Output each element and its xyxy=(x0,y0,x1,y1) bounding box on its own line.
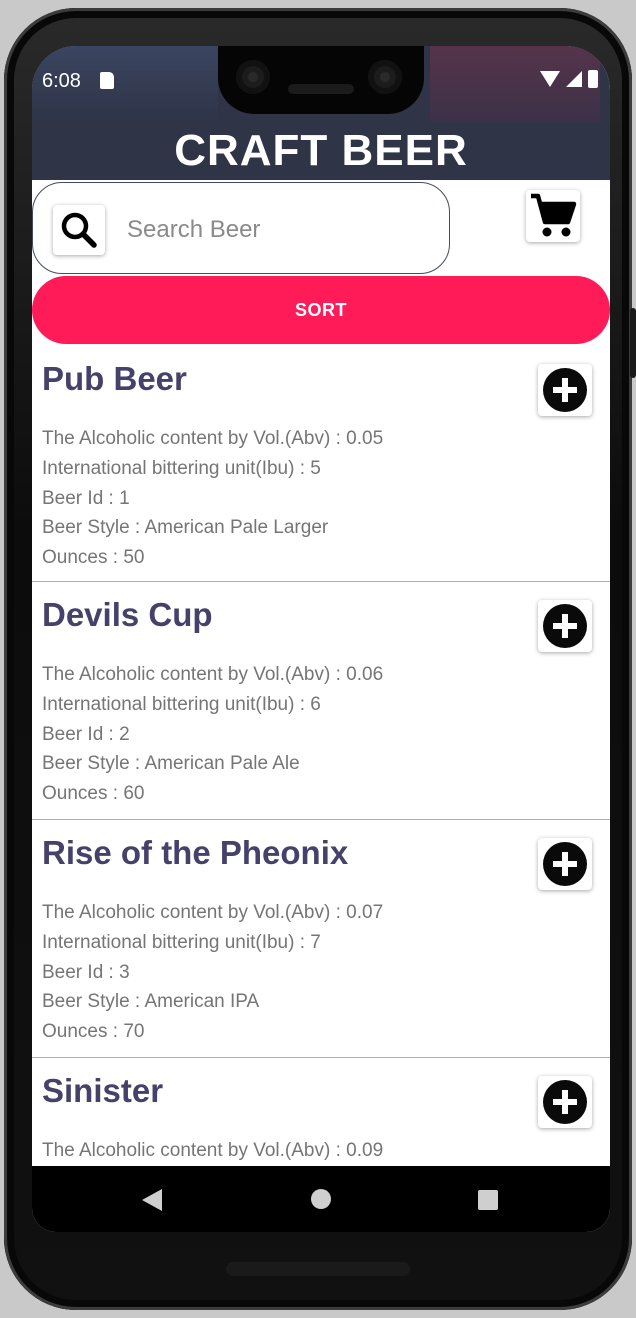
search-icon xyxy=(61,212,97,248)
beer-style: Beer Style : American Pale Ale xyxy=(42,753,300,774)
beer-list: Pub Beer The Alcoholic content by Vol.(A… xyxy=(32,346,610,1178)
status-bar: 6:08 xyxy=(32,46,610,122)
beer-abv: The Alcoholic content by Vol.(Abv) : 0.0… xyxy=(42,428,384,449)
beer-card: Sinister The Alcoholic content by Vol.(A… xyxy=(32,1058,610,1178)
search-bar[interactable] xyxy=(32,182,450,274)
sd-card-icon xyxy=(100,72,114,89)
beer-name: Devils Cup xyxy=(42,596,213,633)
add-circle-icon xyxy=(543,368,587,412)
beer-abv: The Alcoholic content by Vol.(Abv) : 0.0… xyxy=(42,664,384,685)
back-icon[interactable] xyxy=(142,1189,162,1211)
camera-notch xyxy=(218,46,424,114)
system-nav-bar xyxy=(32,1166,610,1232)
screen: 6:08 CRAFT BEER Search Beer SORT Pub Bee… xyxy=(32,46,610,1232)
beer-name: Rise of the Pheonix xyxy=(42,834,349,871)
battery-icon xyxy=(588,70,598,88)
beer-name: Pub Beer xyxy=(42,360,187,397)
home-icon[interactable] xyxy=(311,1189,331,1209)
add-to-cart-button[interactable] xyxy=(538,1076,592,1128)
beer-id: Beer Id : 2 xyxy=(42,724,130,745)
beer-card: Devils Cup The Alcoholic content by Vol.… xyxy=(32,582,610,820)
wifi-icon xyxy=(540,71,560,87)
status-time: 6:08 xyxy=(42,70,81,92)
beer-name: Sinister xyxy=(42,1072,164,1109)
beer-abv: The Alcoholic content by Vol.(Abv) : 0.0… xyxy=(42,902,384,923)
front-camera-icon xyxy=(368,60,402,94)
beer-ounces: Ounces : 50 xyxy=(42,547,145,568)
sort-button[interactable]: SORT xyxy=(32,276,610,344)
search-button[interactable] xyxy=(53,205,105,255)
cart-button[interactable] xyxy=(526,190,580,242)
add-circle-icon xyxy=(543,1080,587,1124)
beer-ounces: Ounces : 70 xyxy=(42,1021,145,1042)
beer-ibu: International bittering unit(Ibu) : 6 xyxy=(42,694,321,715)
add-to-cart-button[interactable] xyxy=(538,838,592,890)
speaker-grille xyxy=(226,1262,410,1276)
recents-icon[interactable] xyxy=(478,1190,498,1210)
beer-style: Beer Style : American Pale Larger xyxy=(42,517,329,538)
app-title: CRAFT BEER xyxy=(32,122,610,180)
beer-ounces: Ounces : 60 xyxy=(42,783,145,804)
beer-card: Pub Beer The Alcoholic content by Vol.(A… xyxy=(32,346,610,582)
beer-card: Rise of the Pheonix The Alcoholic conten… xyxy=(32,820,610,1058)
beer-id: Beer Id : 3 xyxy=(42,962,130,983)
front-camera-icon xyxy=(236,60,270,94)
earpiece-speaker xyxy=(288,84,354,94)
search-input[interactable] xyxy=(125,209,429,251)
add-to-cart-button[interactable] xyxy=(538,364,592,416)
shopping-cart-icon xyxy=(531,193,577,237)
add-to-cart-button[interactable] xyxy=(538,600,592,652)
add-circle-icon xyxy=(543,604,587,648)
beer-abv: The Alcoholic content by Vol.(Abv) : 0.0… xyxy=(42,1140,384,1161)
beer-ibu: International bittering unit(Ibu) : 5 xyxy=(42,458,321,479)
beer-id: Beer Id : 1 xyxy=(42,488,130,509)
beer-ibu: International bittering unit(Ibu) : 7 xyxy=(42,932,321,953)
beer-style: Beer Style : American IPA xyxy=(42,991,260,1012)
signal-icon xyxy=(566,71,582,87)
phone-frame: 6:08 CRAFT BEER Search Beer SORT Pub Bee… xyxy=(4,8,636,1310)
add-circle-icon xyxy=(543,842,587,886)
volume-button xyxy=(630,308,636,378)
